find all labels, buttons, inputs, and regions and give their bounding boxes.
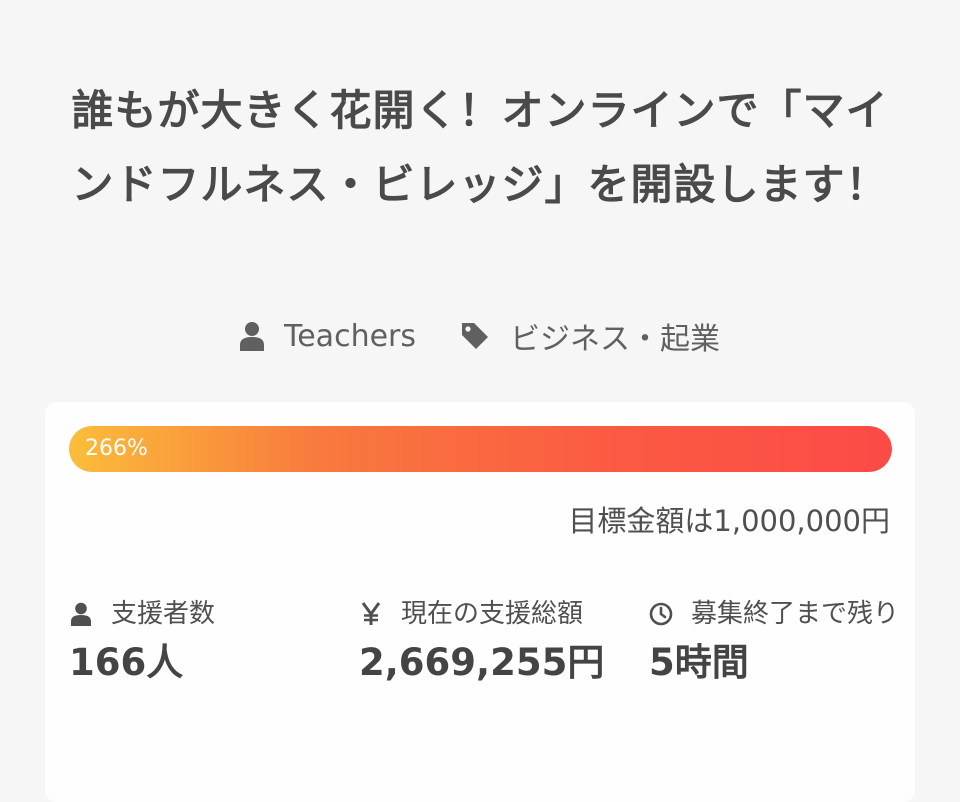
total-amount: 2,669,255円 bbox=[359, 641, 605, 684]
project-title: 誰もが大きく花開く！オンラインで「マインドフルネス・ビレッジ」を開設します！ bbox=[71, 86, 889, 209]
user-icon bbox=[240, 321, 264, 351]
progress-percent: 266% bbox=[85, 436, 148, 461]
category-name: ビジネス・起業 bbox=[510, 322, 720, 357]
user-icon bbox=[69, 594, 93, 634]
clock-icon bbox=[649, 594, 673, 634]
supporters-count: 166人 bbox=[69, 641, 184, 684]
stat-label: 現在の支援総額 bbox=[401, 599, 584, 629]
category-link[interactable]: ビジネス・起業 bbox=[460, 314, 720, 358]
stat-remaining: 募集終了まで残り 5時間 bbox=[649, 594, 899, 688]
funding-card: 266% 目標金額は1,000,000円 支援者数 166人 現在の支援総額 2… bbox=[45, 402, 915, 802]
tag-icon bbox=[460, 321, 490, 351]
stat-label: 支援者数 bbox=[111, 599, 216, 629]
stat-amount: 現在の支援総額 2,669,255円 bbox=[359, 594, 639, 688]
funding-progress-bar: 266% bbox=[69, 426, 892, 472]
funding-progress-fill: 266% bbox=[69, 426, 892, 472]
owner-link[interactable]: Teachers bbox=[240, 319, 416, 354]
goal-amount: 目標金額は1,000,000円 bbox=[568, 504, 890, 538]
stat-label: 募集終了まで残り bbox=[691, 599, 900, 629]
owner-name: Teachers bbox=[284, 318, 416, 354]
time-remaining: 5時間 bbox=[649, 641, 749, 684]
stat-supporters: 支援者数 166人 bbox=[69, 594, 329, 688]
project-meta: Teachers ビジネス・起業 bbox=[0, 314, 960, 358]
yen-icon bbox=[359, 594, 383, 634]
